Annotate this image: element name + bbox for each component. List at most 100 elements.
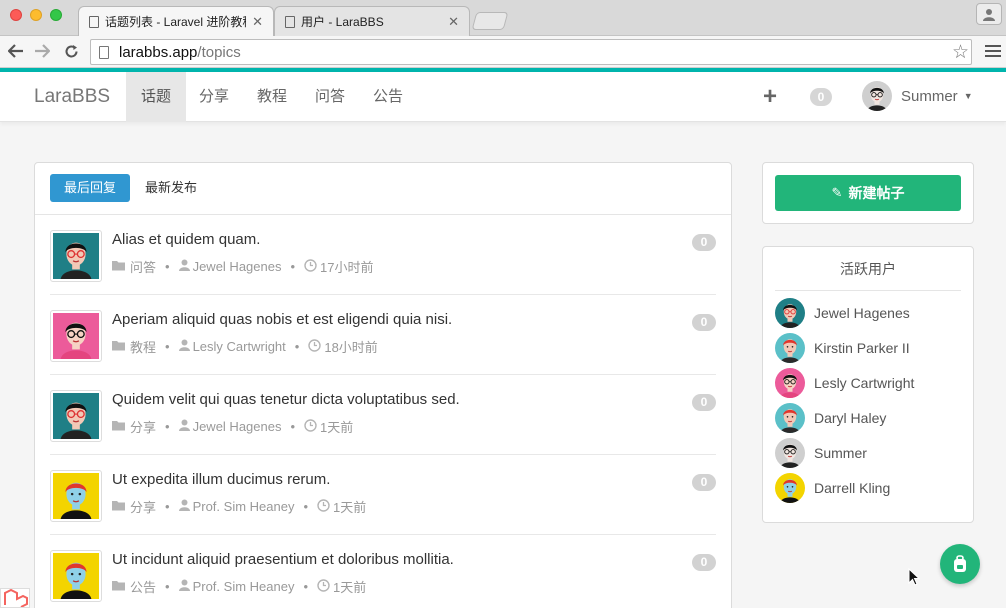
topic-list-panel: 最后回复 最新发布 Alias et quidem quam. 问答 • Jewel … (34, 162, 732, 608)
profile-button[interactable] (976, 3, 1002, 25)
active-user-name: Jewel Hagenes (814, 305, 910, 321)
author-avatar[interactable] (50, 550, 102, 602)
topic-meta: 教程 • Lesly Cartwright • 18小时前 (112, 337, 378, 356)
browser-titlebar: 话题列表 - Laravel 进阶教程 ✕ 用户 - LaraBBS ✕ (0, 0, 1006, 36)
author-avatar[interactable] (50, 470, 102, 522)
scroll-top-button[interactable] (940, 544, 980, 584)
active-user-item[interactable]: Summer (775, 438, 867, 468)
topic-time: 1天前 (333, 580, 367, 595)
folder-icon (112, 500, 127, 514)
author-avatar[interactable] (50, 390, 102, 442)
notification-badge[interactable]: 0 (810, 88, 832, 106)
topic-time: 18小时前 (324, 340, 378, 355)
topic-title[interactable]: Alias et quidem quam. (112, 231, 260, 248)
pencil-icon: ✎ (831, 185, 843, 200)
backpack-icon (954, 555, 966, 572)
separator: • (290, 419, 296, 434)
clock-icon (304, 418, 317, 435)
avatar (53, 393, 99, 439)
browser-menu-button[interactable] (985, 43, 1001, 59)
topic-meta: 公告 • Prof. Sim Heaney • 1天前 (112, 577, 366, 596)
avatar (775, 403, 805, 433)
caret-down-icon: ▼ (963, 91, 973, 101)
active-users-title: 活跃用户 (775, 247, 961, 291)
topic-category[interactable]: 公告 (130, 577, 156, 596)
active-user-item[interactable]: Jewel Hagenes (775, 298, 910, 328)
user-dropdown[interactable]: Summer ▼ (862, 80, 973, 112)
reply-count-badge: 0 (692, 474, 716, 491)
topic-title[interactable]: Ut incidunt aliquid praesentium et dolor… (112, 551, 454, 568)
active-user-name: Darrell Kling (814, 480, 891, 496)
topic-time: 17小时前 (320, 260, 374, 275)
tab-last-reply[interactable]: 最后回复 (50, 174, 131, 202)
avatar (53, 233, 99, 279)
topic-category[interactable]: 问答 (130, 257, 156, 276)
topic-row: Ut incidunt aliquid praesentium et dolor… (50, 535, 716, 608)
avatar (775, 333, 805, 363)
maximize-window-button[interactable] (50, 9, 62, 21)
topic-title[interactable]: Ut expedita illum ducimus rerum. (112, 471, 330, 488)
nav-item-qa[interactable]: 问答 (300, 72, 360, 122)
topic-category[interactable]: 教程 (130, 337, 156, 356)
separator: • (165, 339, 170, 354)
topic-time: 1天前 (320, 420, 354, 435)
topic-author[interactable]: Prof. Sim Heaney (193, 579, 295, 594)
close-window-button[interactable] (10, 9, 22, 21)
laravel-logo-icon (0, 588, 30, 608)
reply-count-badge: 0 (692, 394, 716, 411)
nav-item-share[interactable]: 分享 (184, 72, 244, 122)
topic-category[interactable]: 分享 (130, 417, 156, 436)
new-topic-button[interactable]: ✎ 新建帖子 (775, 175, 961, 211)
reload-button[interactable] (60, 40, 82, 62)
folder-icon (112, 260, 127, 274)
bookmark-star-icon[interactable]: ☆ (952, 41, 969, 64)
topic-author[interactable]: Lesly Cartwright (193, 339, 286, 354)
arrow-left-icon (8, 44, 23, 58)
separator: • (165, 259, 170, 274)
topic-row: Quidem velit qui quas tenetur dicta volu… (50, 375, 716, 455)
new-tab-button[interactable] (471, 12, 509, 30)
separator: • (165, 499, 170, 514)
separator: • (165, 579, 170, 594)
clock-icon (317, 578, 330, 595)
user-name: Summer (901, 87, 958, 105)
active-user-name: Daryl Haley (814, 410, 887, 426)
reload-icon (65, 44, 77, 57)
topic-category[interactable]: 分享 (130, 497, 156, 516)
topic-author[interactable]: Jewel Hagenes (193, 259, 282, 274)
forward-button[interactable] (31, 40, 53, 62)
create-topic-plus-icon[interactable]: + (763, 83, 777, 111)
url-host: larabbs.app (119, 43, 198, 61)
topic-author[interactable]: Jewel Hagenes (193, 419, 282, 434)
avatar (53, 473, 99, 519)
separator: • (290, 259, 296, 274)
tab-close-icon[interactable]: ✕ (448, 14, 459, 30)
nav-item-topics[interactable]: 话题 (126, 72, 187, 122)
active-user-item[interactable]: Darrell Kling (775, 473, 890, 503)
address-bar[interactable]: larabbs.app/topics ☆ (90, 39, 972, 65)
tab-label: 用户 - LaraBBS (301, 15, 384, 29)
browser-tab-users[interactable]: 用户 - LaraBBS ✕ (274, 6, 470, 36)
topic-title[interactable]: Aperiam aliquid quas nobis et est eligen… (112, 311, 452, 328)
tab-newest[interactable]: 最新发布 (131, 174, 211, 202)
minimize-window-button[interactable] (30, 9, 42, 21)
author-avatar[interactable] (50, 310, 102, 362)
page-icon (99, 45, 109, 59)
separator: • (294, 339, 300, 354)
site-brand[interactable]: LaraBBS (34, 86, 110, 108)
active-user-name: Summer (814, 445, 867, 461)
browser-tab-topics[interactable]: 话题列表 - Laravel 进阶教程 ✕ (78, 6, 274, 36)
active-user-item[interactable]: Daryl Haley (775, 403, 886, 433)
topic-author[interactable]: Prof. Sim Heaney (193, 499, 295, 514)
active-user-item[interactable]: Kirstin Parker II (775, 333, 910, 363)
reply-count-badge: 0 (692, 554, 716, 571)
nav-item-notice[interactable]: 公告 (358, 72, 418, 122)
nav-item-tutorial[interactable]: 教程 (242, 72, 302, 122)
topic-title[interactable]: Quidem velit qui quas tenetur dicta volu… (112, 391, 460, 408)
active-user-item[interactable]: Lesly Cartwright (775, 368, 914, 398)
separator: • (303, 499, 309, 514)
tab-close-icon[interactable]: ✕ (252, 14, 263, 30)
topic-row: Aperiam aliquid quas nobis et est eligen… (50, 295, 716, 375)
back-button[interactable] (5, 40, 27, 62)
author-avatar[interactable] (50, 230, 102, 282)
